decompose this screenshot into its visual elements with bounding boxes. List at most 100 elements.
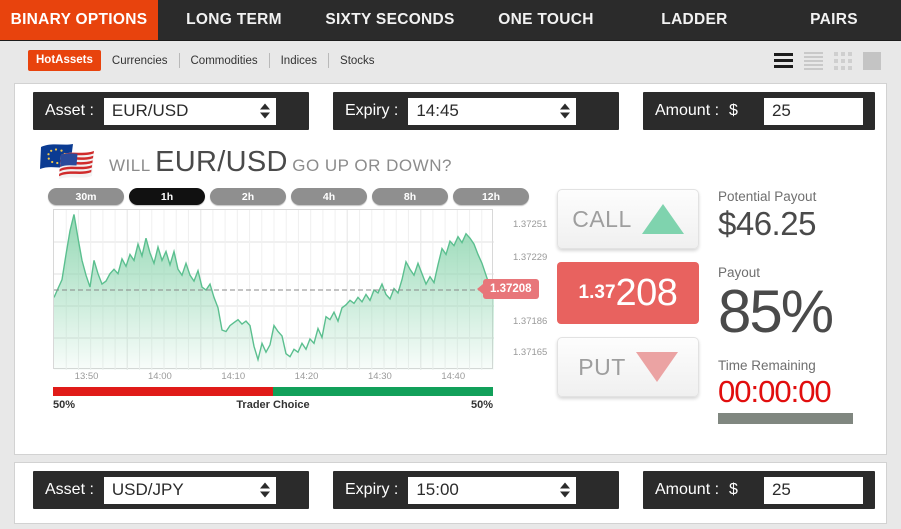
amount-input[interactable]: 25 bbox=[763, 97, 863, 125]
time-progress-bar bbox=[718, 413, 853, 425]
expiry-field[interactable]: 14:45 bbox=[408, 97, 577, 125]
asset-label: Asset : bbox=[45, 102, 94, 119]
expiry-value: 15:00 bbox=[416, 480, 459, 499]
put-label: PUT bbox=[578, 353, 626, 380]
x-tick-label: 14:00 bbox=[148, 371, 172, 382]
headline-prefix: WILL bbox=[109, 155, 151, 175]
eu-us-flag-icon bbox=[40, 144, 94, 179]
trader-choice-put-share bbox=[53, 387, 273, 396]
call-button[interactable]: CALL bbox=[557, 189, 699, 249]
triangle-down-icon bbox=[635, 352, 678, 382]
expiry-stepper[interactable] bbox=[560, 103, 571, 119]
amount-input-group-secondary[interactable]: Amount : $ 25 bbox=[643, 471, 875, 509]
main-navigation: BINARY OPTIONS LONG TERM SIXTY SECONDS O… bbox=[0, 0, 901, 41]
amount-value: 25 bbox=[771, 480, 791, 499]
category-tab-currencies[interactable]: Currencies bbox=[101, 55, 179, 67]
trader-choice-legend: 50% Trader Choice 50% bbox=[53, 399, 493, 411]
trader-choice-right-pct: 50% bbox=[470, 399, 493, 411]
trade-controls-row-secondary: Asset : USD/JPY Expiry : 15:00 Amount : … bbox=[15, 463, 886, 510]
nav-item-pairs[interactable]: PAIRS bbox=[767, 0, 901, 40]
amount-value: 25 bbox=[771, 101, 791, 120]
timeframe-12h[interactable]: 12h bbox=[453, 188, 529, 205]
currency-symbol: $ bbox=[729, 481, 738, 498]
payout-value: 85% bbox=[718, 278, 834, 345]
asset-label: Asset : bbox=[45, 481, 94, 498]
trade-headline: WILL EUR/USD GO UP OR DOWN? bbox=[37, 141, 452, 183]
asset-selector-secondary[interactable]: Asset : USD/JPY bbox=[33, 471, 309, 509]
y-tick-label: 1.37251 bbox=[513, 219, 548, 231]
nav-item-sixty-seconds[interactable]: SIXTY SECONDS bbox=[310, 0, 470, 40]
put-button[interactable]: PUT bbox=[557, 337, 699, 397]
expiry-selector-secondary[interactable]: Expiry : 15:00 bbox=[333, 471, 619, 509]
current-price-button[interactable]: 1.37 208 bbox=[557, 262, 699, 324]
trade-controls-row: Asset : EUR/USD Expiry : 14:45 Amount : … bbox=[15, 84, 886, 131]
expiry-field[interactable]: 15:00 bbox=[408, 476, 577, 504]
trader-choice-left-pct: 50% bbox=[53, 399, 76, 411]
trader-choice-bar bbox=[53, 387, 493, 396]
timeframe-4h[interactable]: 4h bbox=[291, 188, 367, 205]
expiry-label: Expiry : bbox=[345, 481, 399, 498]
headline-asset: EUR/USD bbox=[155, 145, 288, 178]
x-tick-label: 13:50 bbox=[74, 371, 99, 382]
nav-label: LADDER bbox=[661, 11, 728, 28]
asset-field[interactable]: EUR/USD bbox=[103, 97, 276, 125]
amount-input[interactable]: 25 bbox=[763, 476, 863, 504]
headline-suffix: GO UP OR DOWN? bbox=[292, 155, 452, 175]
x-tick-label: 14:30 bbox=[368, 371, 392, 382]
timeframe-1h[interactable]: 1h bbox=[129, 188, 205, 205]
nav-item-ladder[interactable]: LADDER bbox=[622, 0, 767, 40]
price-main: 208 bbox=[615, 271, 678, 314]
currency-symbol: $ bbox=[729, 102, 738, 119]
category-tab-commodities[interactable]: Commodities bbox=[180, 55, 269, 67]
timeframe-8h[interactable]: 8h bbox=[372, 188, 448, 205]
y-tick-label: 1.37229 bbox=[513, 251, 548, 263]
nav-label: SIXTY SECONDS bbox=[325, 11, 455, 28]
solid-square-icon[interactable] bbox=[863, 51, 881, 70]
nav-item-binary-options[interactable]: BINARY OPTIONS bbox=[0, 0, 158, 40]
grid-dots-icon[interactable] bbox=[834, 51, 852, 70]
y-tick-label: 1.37165 bbox=[513, 346, 548, 358]
asset-stepper[interactable] bbox=[259, 103, 270, 119]
timeframe-30m[interactable]: 30m bbox=[48, 188, 124, 205]
asset-value: EUR/USD bbox=[111, 101, 189, 120]
trader-choice-call-share bbox=[273, 387, 493, 396]
timeframe-2h[interactable]: 2h bbox=[210, 188, 286, 205]
nav-label: ONE TOUCH bbox=[498, 11, 594, 28]
call-label: CALL bbox=[572, 205, 632, 232]
asset-stepper[interactable] bbox=[259, 482, 270, 498]
list-thick-icon[interactable] bbox=[774, 53, 793, 68]
current-price-marker: 1.37208 bbox=[477, 279, 539, 299]
asset-field[interactable]: USD/JPY bbox=[103, 476, 276, 504]
category-tab-indices[interactable]: Indices bbox=[270, 55, 328, 67]
amount-input-group[interactable]: Amount : $ 25 bbox=[643, 92, 875, 130]
app-window: BINARY OPTIONS LONG TERM SIXTY SECONDS O… bbox=[0, 0, 901, 529]
x-tick-label: 14:20 bbox=[294, 371, 319, 382]
expiry-label: Expiry : bbox=[345, 102, 399, 119]
timeframe-selector: 30m 1h 2h 4h 8h 12h bbox=[48, 188, 529, 205]
category-tab-stocks[interactable]: Stocks bbox=[329, 55, 386, 67]
time-remaining-value: 00:00:00 bbox=[718, 374, 832, 410]
nav-item-long-term[interactable]: LONG TERM bbox=[158, 0, 310, 40]
amount-label: Amount : bbox=[655, 481, 720, 498]
triangle-up-icon bbox=[641, 204, 684, 234]
list-thin-icon[interactable] bbox=[804, 51, 823, 70]
expiry-selector[interactable]: Expiry : 14:45 bbox=[333, 92, 619, 130]
asset-category-links: HotAssets Currencies Commodities Indices… bbox=[0, 50, 386, 71]
asset-value: USD/JPY bbox=[111, 480, 184, 499]
y-tick-label: 1.37186 bbox=[513, 315, 548, 327]
x-tick-label: 14:40 bbox=[441, 371, 466, 382]
x-tick-label: 14:10 bbox=[221, 371, 246, 382]
category-tab-hotassets[interactable]: HotAssets bbox=[28, 50, 101, 71]
price-chart-svg bbox=[54, 210, 494, 370]
potential-payout-label: Potential Payout bbox=[718, 189, 817, 204]
price-chart[interactable] bbox=[53, 209, 494, 370]
asset-selector[interactable]: Asset : EUR/USD bbox=[33, 92, 309, 130]
nav-item-one-touch[interactable]: ONE TOUCH bbox=[470, 0, 622, 40]
trader-choice-label: Trader Choice bbox=[236, 399, 310, 411]
expiry-stepper[interactable] bbox=[560, 482, 571, 498]
amount-label: Amount : bbox=[655, 102, 720, 119]
nav-label: LONG TERM bbox=[186, 11, 282, 28]
nav-label: BINARY OPTIONS bbox=[10, 11, 148, 28]
call-put-column: CALL 1.37 208 PUT bbox=[557, 189, 699, 397]
trade-panel-primary: Asset : EUR/USD Expiry : 14:45 Amount : … bbox=[14, 83, 887, 455]
